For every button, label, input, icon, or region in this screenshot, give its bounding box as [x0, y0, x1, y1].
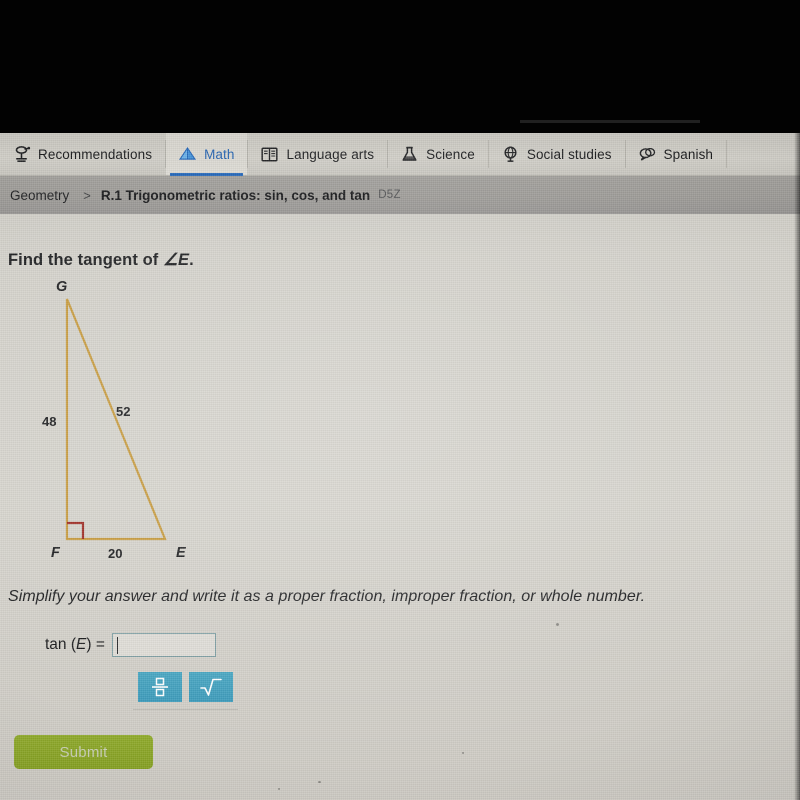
- answer-label-suffix: ) =: [86, 636, 105, 653]
- question-angle: ∠E: [163, 251, 190, 269]
- tab-language-arts[interactable]: Language arts: [248, 133, 387, 175]
- question-prompt: Find the tangent of ∠E.: [8, 250, 194, 270]
- tab-label: Math: [204, 146, 235, 162]
- side-length-52: 52: [116, 404, 131, 419]
- dust-speck: [556, 623, 559, 626]
- dust-speck: [462, 752, 464, 754]
- diamond-prism-icon: [178, 145, 197, 164]
- breadcrumb-skill: R.1 Trigonometric ratios: sin, cos, and …: [100, 187, 371, 203]
- skill-code: D5Z: [378, 189, 401, 201]
- breadcrumb: Geometry > R.1 Trigonometric ratios: sin…: [0, 176, 800, 214]
- tab-science[interactable]: Science: [388, 133, 488, 175]
- tab-math[interactable]: Math: [166, 133, 248, 176]
- flask-icon: [400, 145, 419, 164]
- question-prompt-text: Find the tangent of: [8, 251, 164, 269]
- subject-tab-bar: Recommendations Math Language arts Scien…: [0, 133, 800, 176]
- dust-speck: [318, 781, 321, 783]
- podium-icon: [12, 145, 31, 164]
- answer-input[interactable]: [111, 633, 216, 657]
- tab-social-studies[interactable]: Social studies: [489, 133, 625, 175]
- answer-label-prefix: tan (: [45, 636, 77, 653]
- math-keypad: [133, 668, 238, 710]
- right-angle-marker: [67, 521, 85, 539]
- screen-edge-glint: [520, 120, 700, 123]
- side-length-48: 48: [42, 414, 57, 429]
- tab-recommendations[interactable]: Recommendations: [0, 133, 165, 175]
- question-period: .: [189, 251, 194, 269]
- screenshot-root: Recommendations Math Language arts Scien…: [0, 0, 800, 800]
- vertex-label-G: G: [56, 279, 68, 295]
- photo-letterbox-top: [0, 0, 800, 133]
- triangle-outline: [65, 298, 167, 541]
- tab-label: Social studies: [526, 146, 612, 162]
- tab-label: Language arts: [286, 146, 375, 162]
- breadcrumb-subject[interactable]: Geometry: [10, 188, 69, 203]
- answer-label-variable: E: [76, 636, 87, 653]
- answer-row: tan (E) =: [45, 633, 216, 657]
- submit-button[interactable]: Submit: [14, 735, 153, 769]
- globe-icon: [501, 145, 520, 164]
- tab-label: Recommendations: [38, 146, 153, 162]
- submit-label: Submit: [59, 743, 108, 761]
- answer-label: tan (E) =: [45, 636, 105, 654]
- tab-spanish[interactable]: Spanish: [626, 133, 727, 175]
- dust-speck: [278, 788, 280, 790]
- answer-instruction: Simplify your answer and write it as a p…: [8, 588, 646, 605]
- text-caret: [116, 637, 118, 654]
- ixl-page: Recommendations Math Language arts Scien…: [0, 133, 800, 800]
- square-root-button[interactable]: [189, 672, 233, 702]
- fraction-button[interactable]: [138, 672, 182, 702]
- tab-divider: [726, 140, 728, 168]
- vertex-label-E: E: [176, 545, 186, 561]
- photo-right-edge: [794, 133, 800, 800]
- tab-label: Science: [426, 146, 475, 162]
- chevron-right-icon: >: [83, 187, 91, 203]
- open-book-icon: [260, 145, 279, 164]
- side-length-20: 20: [108, 546, 123, 561]
- tab-label: Spanish: [663, 146, 714, 162]
- vertex-label-F: F: [51, 545, 60, 561]
- triangle-figure: G F E 48 52 20: [20, 279, 260, 573]
- speech-bubbles-icon: [638, 145, 657, 164]
